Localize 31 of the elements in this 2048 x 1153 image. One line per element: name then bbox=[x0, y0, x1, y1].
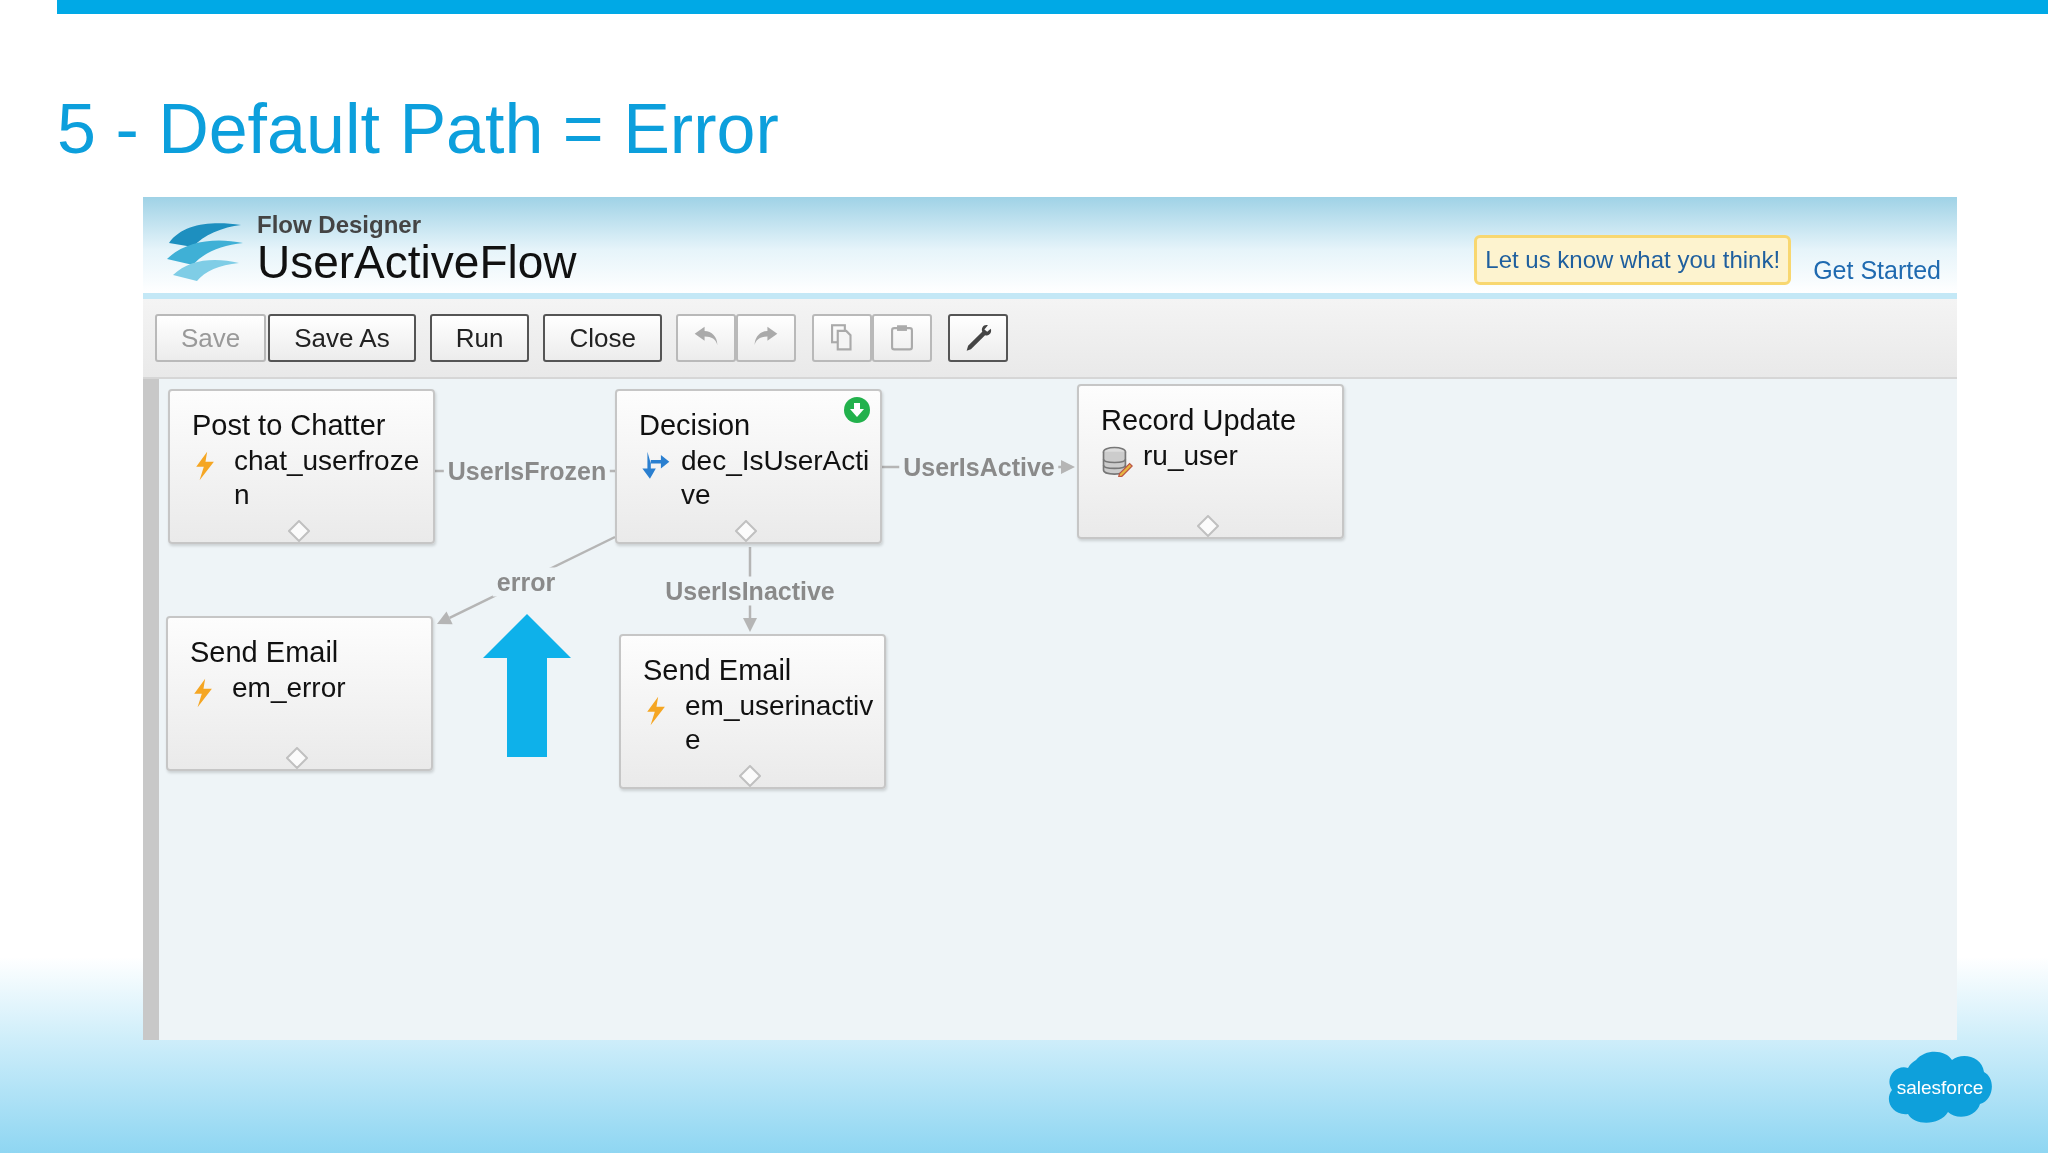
flow-name: UserActiveFlow bbox=[257, 239, 577, 285]
element-type: Decision bbox=[639, 409, 752, 442]
slide-title: 5 - Default Path = Error bbox=[57, 94, 780, 164]
flow-element-card[interactable]: Record Update ru_user bbox=[1077, 384, 1344, 539]
element-name: ru_user bbox=[1143, 439, 1239, 473]
element-type: Record Update bbox=[1101, 404, 1298, 437]
wrench-button[interactable] bbox=[947, 314, 1008, 362]
connector-handle[interactable] bbox=[735, 520, 757, 542]
connector-handle[interactable] bbox=[739, 765, 761, 787]
database-icon bbox=[1101, 445, 1133, 477]
flow-element-card[interactable]: Send Email em_error bbox=[166, 616, 433, 771]
element-type: Send Email bbox=[643, 654, 793, 687]
feedback-button[interactable]: Let us know what you think! bbox=[1474, 235, 1792, 285]
connector-handle[interactable] bbox=[286, 747, 308, 769]
flow-element-card[interactable]: Post to Chatter chat_userfrozen bbox=[168, 389, 435, 544]
element-name: em_error bbox=[232, 671, 347, 705]
element-name: em_userinactive bbox=[685, 689, 875, 757]
element-type: Send Email bbox=[190, 636, 340, 669]
connector-handle[interactable] bbox=[288, 520, 310, 542]
element-name: chat_userfrozen bbox=[234, 444, 421, 512]
element-type: Post to Chatter bbox=[192, 409, 387, 442]
get-started-link[interactable]: Get Started bbox=[1813, 256, 1941, 285]
element-name: dec_IsUserActive bbox=[681, 444, 871, 512]
flow-element-card[interactable]: Send Email em_userinactive bbox=[619, 634, 886, 789]
connector-handle[interactable] bbox=[1197, 515, 1219, 537]
flow-element-card[interactable]: Decision dec_IsUserActive bbox=[615, 389, 882, 544]
product-name: Flow Designer bbox=[257, 211, 423, 239]
toolbar-button[interactable]: Run bbox=[429, 314, 530, 362]
brand-logo: salesforce bbox=[1886, 1050, 1994, 1126]
toolbar-button[interactable]: Save As bbox=[268, 314, 416, 362]
toolbar-button[interactable]: Close bbox=[543, 314, 662, 362]
